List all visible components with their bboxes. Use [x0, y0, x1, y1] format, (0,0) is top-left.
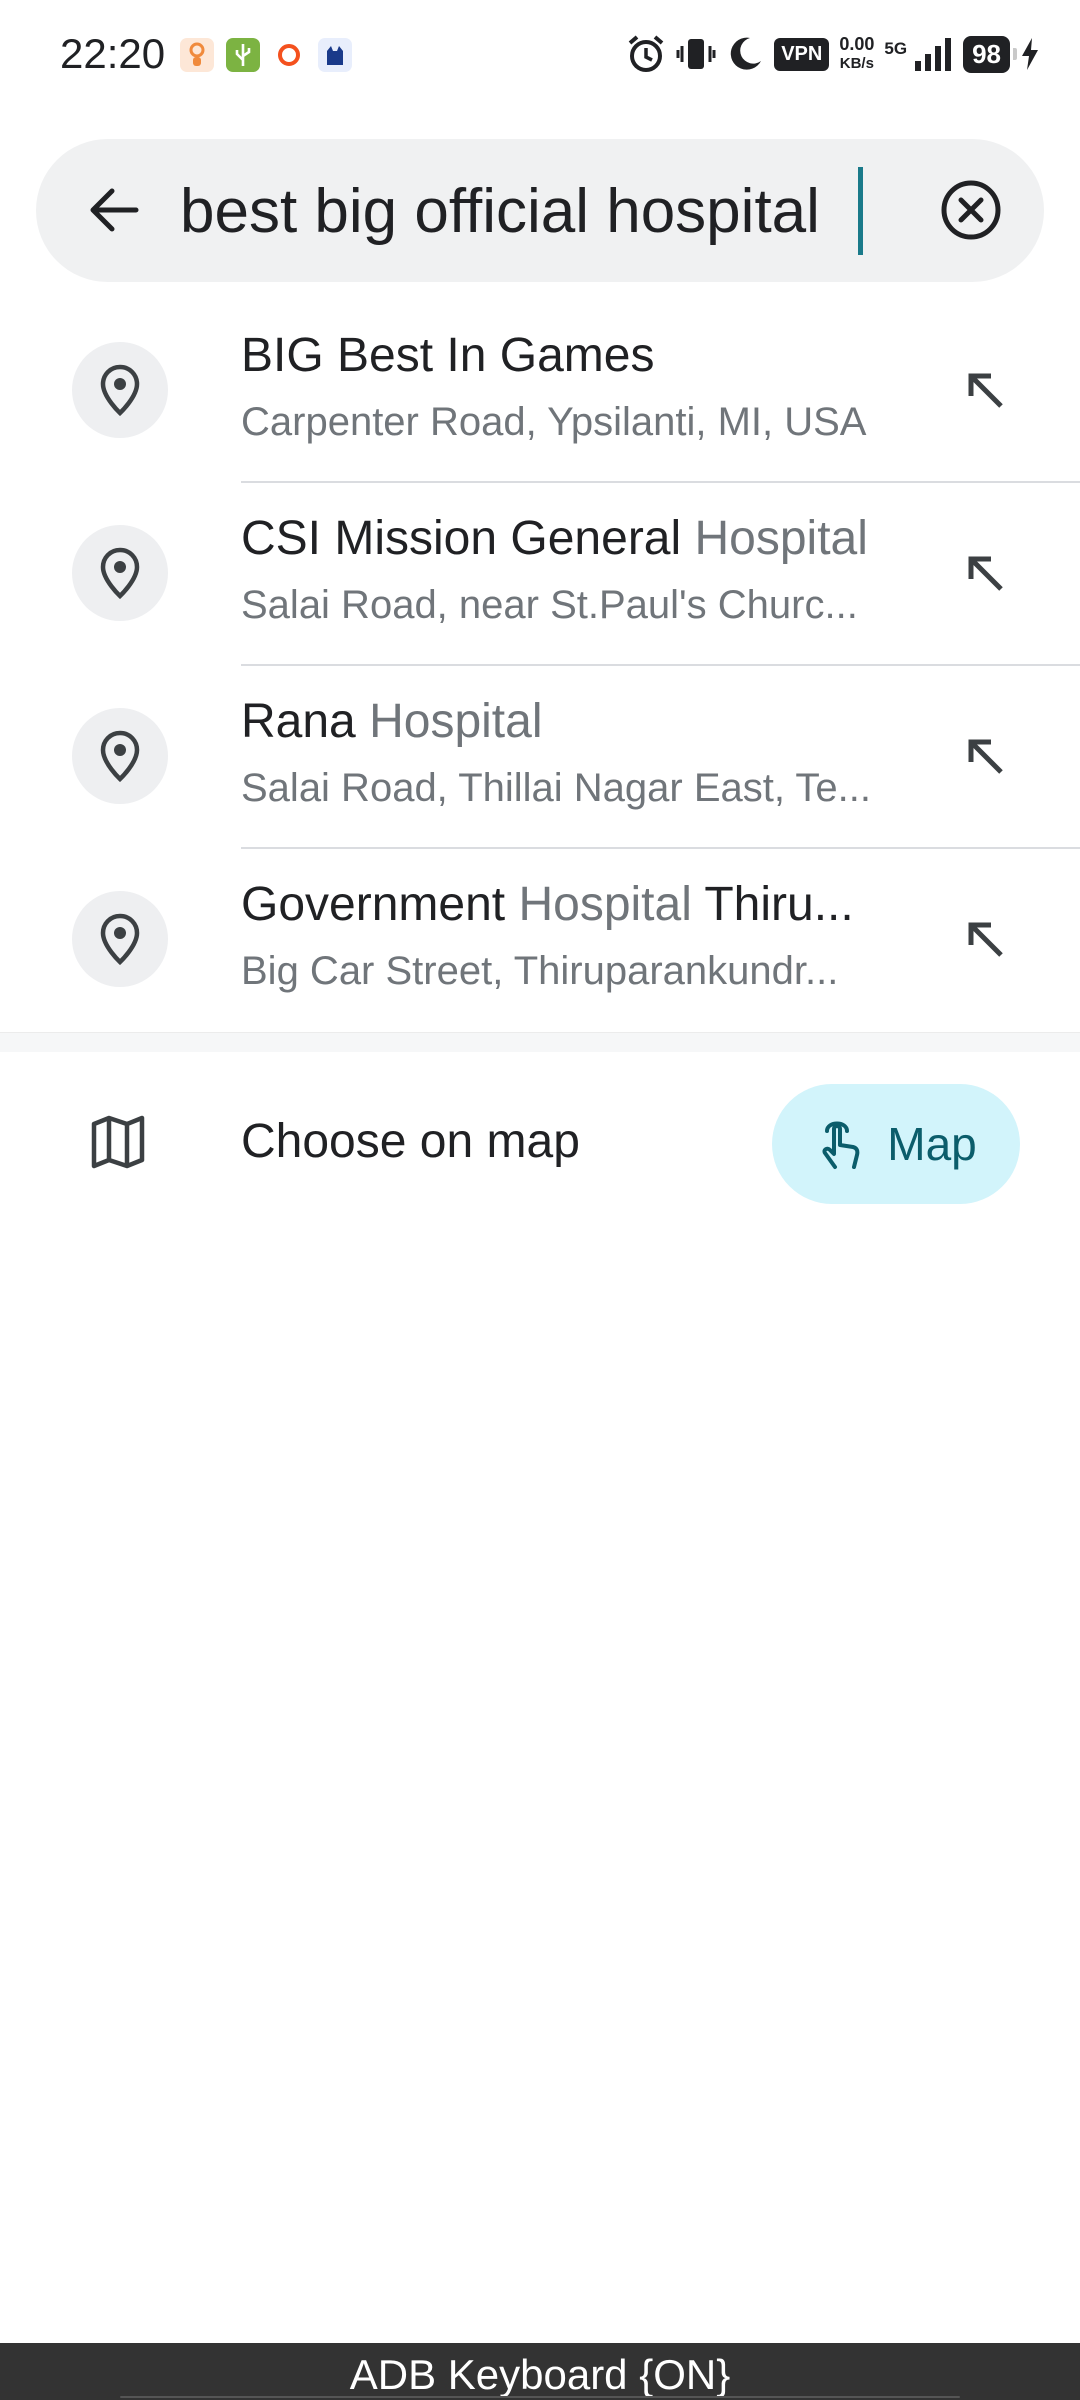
- suggestion-item[interactable]: Rana Hospital Salai Road, Thillai Nagar …: [0, 666, 1080, 849]
- fill-query-button[interactable]: [955, 543, 1015, 603]
- suggestion-list: BIG Best In Games Carpenter Road, Ypsila…: [0, 300, 1080, 1032]
- map-icon: [91, 1115, 145, 1169]
- fill-query-button[interactable]: [955, 909, 1015, 969]
- map-button[interactable]: Map: [772, 1084, 1020, 1204]
- back-button[interactable]: [81, 177, 147, 243]
- text-cursor: [858, 167, 863, 255]
- cat-app-icon: [318, 38, 352, 72]
- notification-app-icon: [180, 38, 214, 72]
- vpn-badge: VPN: [774, 37, 830, 71]
- map-button-label: Map: [887, 1118, 977, 1170]
- suggestion-address: Big Car Street, Thiruparankundr...: [241, 949, 839, 993]
- fill-query-button[interactable]: [955, 360, 1015, 420]
- do-not-disturb-moon-icon: [730, 37, 762, 70]
- alarm-icon: [628, 35, 664, 72]
- system-icons: VPN 0.00 KB/s 5G 98: [626, 34, 1040, 74]
- suggestion-address: Salai Road, near St.Paul's Churc...: [241, 583, 858, 627]
- notification-icons: [180, 38, 352, 72]
- place-pin-icon: [72, 525, 168, 621]
- suggestion-item[interactable]: BIG Best In Games Carpenter Road, Ypsila…: [0, 300, 1080, 483]
- battery-level: 98: [963, 35, 1017, 73]
- suggestion-item[interactable]: Government Hospital Thiru... Big Car Str…: [0, 849, 1080, 1032]
- status-time: 22:20: [60, 30, 166, 77]
- suggestion-title: BIG Best In Games: [241, 329, 655, 382]
- arrow-back-icon: [90, 188, 139, 232]
- suggestion-item[interactable]: CSI Mission General Hospital Salai Road,…: [0, 483, 1080, 666]
- suggestion-address: Salai Road, Thillai Nagar East, Te...: [241, 766, 871, 810]
- place-pin-icon: [72, 891, 168, 987]
- record-icon: [272, 38, 306, 72]
- place-pin-icon: [72, 342, 168, 438]
- choose-on-map-row[interactable]: Choose on map Map: [0, 1052, 1080, 1232]
- section-divider: [0, 1032, 1080, 1052]
- clear-search-button[interactable]: [936, 175, 1006, 245]
- arrow-up-left-icon: [968, 922, 1003, 957]
- fill-query-button[interactable]: [955, 726, 1015, 786]
- suggestion-title: Rana Hospital: [241, 695, 543, 748]
- arrow-up-left-icon: [968, 373, 1003, 408]
- touch-hand-icon: [822, 1121, 860, 1169]
- status-bar: 22:20 VPN 0.00 KB/s 5G 98: [0, 0, 1080, 115]
- place-pin-icon: [72, 708, 168, 804]
- choose-on-map-label: Choose on map: [241, 1115, 580, 1168]
- arrow-up-left-icon: [968, 556, 1003, 591]
- network-speed: 0.00 KB/s: [839, 34, 875, 73]
- search-input[interactable]: [180, 161, 880, 261]
- suggestion-title: Government Hospital Thiru...: [241, 878, 854, 931]
- keyboard-status-bar: ADB Keyboard {ON}: [0, 2343, 1080, 2400]
- home-indicator[interactable]: [120, 2396, 960, 2398]
- signal-icon: [915, 38, 952, 71]
- suggestion-title: CSI Mission General Hospital: [241, 512, 868, 565]
- clear-circle-icon: [941, 180, 1001, 240]
- network-type: 5G: [884, 39, 908, 58]
- arrow-up-left-icon: [968, 739, 1003, 774]
- charging-bolt-icon: [1022, 38, 1038, 70]
- vibrate-icon: [676, 39, 716, 69]
- suggestion-address: Carpenter Road, Ypsilanti, MI, USA: [241, 400, 867, 444]
- usb-icon: [226, 38, 260, 72]
- search-bar: [36, 139, 1044, 282]
- keyboard-status-label: ADB Keyboard {ON}: [349, 2351, 731, 2398]
